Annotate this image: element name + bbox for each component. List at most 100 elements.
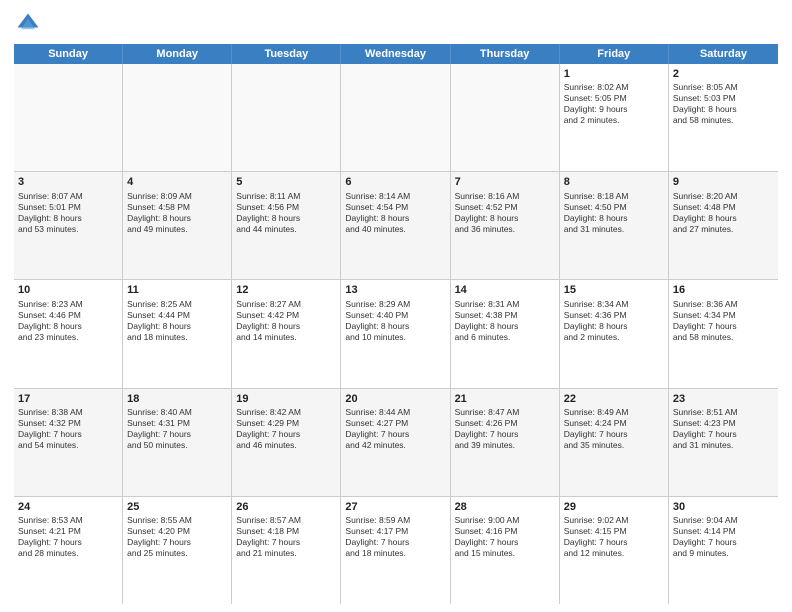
day-number: 27 <box>345 500 445 514</box>
day-info-line: Sunset: 4:17 PM <box>345 526 445 537</box>
cal-cell <box>341 64 450 171</box>
cal-cell: 1Sunrise: 8:02 AMSunset: 5:05 PMDaylight… <box>560 64 669 171</box>
cal-cell <box>232 64 341 171</box>
day-info-line: and 31 minutes. <box>564 224 664 235</box>
day-info-line: Sunrise: 9:02 AM <box>564 515 664 526</box>
day-info-line: Daylight: 7 hours <box>673 321 774 332</box>
day-info-line: Sunset: 4:29 PM <box>236 418 336 429</box>
day-info-line: and 35 minutes. <box>564 440 664 451</box>
day-info-line: Sunset: 4:15 PM <box>564 526 664 537</box>
day-info-line: Sunset: 5:01 PM <box>18 202 118 213</box>
day-info-line: and 54 minutes. <box>18 440 118 451</box>
cal-cell: 30Sunrise: 9:04 AMSunset: 4:14 PMDayligh… <box>669 497 778 604</box>
day-info-line: Sunrise: 8:53 AM <box>18 515 118 526</box>
cal-cell: 28Sunrise: 9:00 AMSunset: 4:16 PMDayligh… <box>451 497 560 604</box>
cal-cell: 3Sunrise: 8:07 AMSunset: 5:01 PMDaylight… <box>14 172 123 279</box>
day-header-wednesday: Wednesday <box>341 44 450 64</box>
day-info-line: Daylight: 7 hours <box>18 537 118 548</box>
day-info-line: Daylight: 7 hours <box>455 429 555 440</box>
day-info-line: Sunrise: 8:23 AM <box>18 299 118 310</box>
day-info-line: Sunrise: 9:00 AM <box>455 515 555 526</box>
day-number: 22 <box>564 392 664 406</box>
day-number: 17 <box>18 392 118 406</box>
day-number: 19 <box>236 392 336 406</box>
day-info-line: Sunset: 4:16 PM <box>455 526 555 537</box>
cal-cell: 20Sunrise: 8:44 AMSunset: 4:27 PMDayligh… <box>341 389 450 496</box>
cal-cell: 26Sunrise: 8:57 AMSunset: 4:18 PMDayligh… <box>232 497 341 604</box>
day-number: 30 <box>673 500 774 514</box>
cal-cell: 21Sunrise: 8:47 AMSunset: 4:26 PMDayligh… <box>451 389 560 496</box>
day-info-line: Sunrise: 8:34 AM <box>564 299 664 310</box>
cal-cell: 16Sunrise: 8:36 AMSunset: 4:34 PMDayligh… <box>669 280 778 387</box>
day-number: 16 <box>673 283 774 297</box>
day-info-line: Daylight: 7 hours <box>564 537 664 548</box>
day-number: 23 <box>673 392 774 406</box>
day-info-line: Sunrise: 8:02 AM <box>564 82 664 93</box>
day-info-line: Sunset: 4:52 PM <box>455 202 555 213</box>
cal-cell: 6Sunrise: 8:14 AMSunset: 4:54 PMDaylight… <box>341 172 450 279</box>
day-number: 12 <box>236 283 336 297</box>
cal-cell: 5Sunrise: 8:11 AMSunset: 4:56 PMDaylight… <box>232 172 341 279</box>
day-info-line: Sunset: 4:54 PM <box>345 202 445 213</box>
day-info-line: and 14 minutes. <box>236 332 336 343</box>
cal-cell: 18Sunrise: 8:40 AMSunset: 4:31 PMDayligh… <box>123 389 232 496</box>
day-info-line: Sunrise: 8:09 AM <box>127 191 227 202</box>
day-info-line: Sunset: 4:27 PM <box>345 418 445 429</box>
day-info-line: Sunrise: 8:31 AM <box>455 299 555 310</box>
day-number: 2 <box>673 67 774 81</box>
cal-cell: 7Sunrise: 8:16 AMSunset: 4:52 PMDaylight… <box>451 172 560 279</box>
day-number: 13 <box>345 283 445 297</box>
day-info-line: and 31 minutes. <box>673 440 774 451</box>
day-header-monday: Monday <box>123 44 232 64</box>
day-info-line: and 46 minutes. <box>236 440 336 451</box>
day-info-line: Sunrise: 8:29 AM <box>345 299 445 310</box>
day-number: 29 <box>564 500 664 514</box>
day-number: 1 <box>564 67 664 81</box>
day-info-line: and 58 minutes. <box>673 115 774 126</box>
day-info-line: Daylight: 7 hours <box>345 537 445 548</box>
day-info-line: Sunset: 4:20 PM <box>127 526 227 537</box>
cal-cell: 10Sunrise: 8:23 AMSunset: 4:46 PMDayligh… <box>14 280 123 387</box>
day-info-line: and 28 minutes. <box>18 548 118 559</box>
day-info-line: Daylight: 7 hours <box>236 537 336 548</box>
day-info-line: Sunrise: 8:51 AM <box>673 407 774 418</box>
day-header-sunday: Sunday <box>14 44 123 64</box>
day-header-tuesday: Tuesday <box>232 44 341 64</box>
day-info-line: and 50 minutes. <box>127 440 227 451</box>
day-info-line: Sunrise: 8:47 AM <box>455 407 555 418</box>
day-number: 21 <box>455 392 555 406</box>
day-number: 7 <box>455 175 555 189</box>
day-info-line: Sunrise: 8:44 AM <box>345 407 445 418</box>
day-info-line: and 18 minutes. <box>345 548 445 559</box>
cal-cell: 22Sunrise: 8:49 AMSunset: 4:24 PMDayligh… <box>560 389 669 496</box>
day-info-line: Daylight: 8 hours <box>455 321 555 332</box>
day-info-line: Daylight: 8 hours <box>345 321 445 332</box>
day-info-line: and 6 minutes. <box>455 332 555 343</box>
day-info-line: and 53 minutes. <box>18 224 118 235</box>
day-header-thursday: Thursday <box>451 44 560 64</box>
day-info-line: Daylight: 8 hours <box>673 213 774 224</box>
day-number: 8 <box>564 175 664 189</box>
day-info-line: and 10 minutes. <box>345 332 445 343</box>
page: SundayMondayTuesdayWednesdayThursdayFrid… <box>0 0 792 612</box>
day-info-line: Daylight: 8 hours <box>236 213 336 224</box>
day-info-line: and 44 minutes. <box>236 224 336 235</box>
cal-cell: 29Sunrise: 9:02 AMSunset: 4:15 PMDayligh… <box>560 497 669 604</box>
day-info-line: Sunset: 4:40 PM <box>345 310 445 321</box>
day-info-line: Sunset: 4:48 PM <box>673 202 774 213</box>
day-info-line: and 39 minutes. <box>455 440 555 451</box>
day-number: 28 <box>455 500 555 514</box>
calendar: SundayMondayTuesdayWednesdayThursdayFrid… <box>14 44 778 604</box>
day-info-line: Sunset: 4:44 PM <box>127 310 227 321</box>
cal-cell: 19Sunrise: 8:42 AMSunset: 4:29 PMDayligh… <box>232 389 341 496</box>
day-info-line: and 21 minutes. <box>236 548 336 559</box>
cal-cell: 13 Sunrise: 8:29 AMSunset: 4:40 PMDayligh… <box>341 280 450 387</box>
logo-icon <box>14 10 42 38</box>
week-row-2: 3Sunrise: 8:07 AMSunset: 5:01 PMDaylight… <box>14 172 778 280</box>
day-info-line: Daylight: 7 hours <box>673 537 774 548</box>
day-info-line: and 49 minutes. <box>127 224 227 235</box>
day-info-line: Sunrise: 8:42 AM <box>236 407 336 418</box>
day-info-line: Sunrise: 8:05 AM <box>673 82 774 93</box>
day-info-line: and 15 minutes. <box>455 548 555 559</box>
day-number: 6 <box>345 175 445 189</box>
